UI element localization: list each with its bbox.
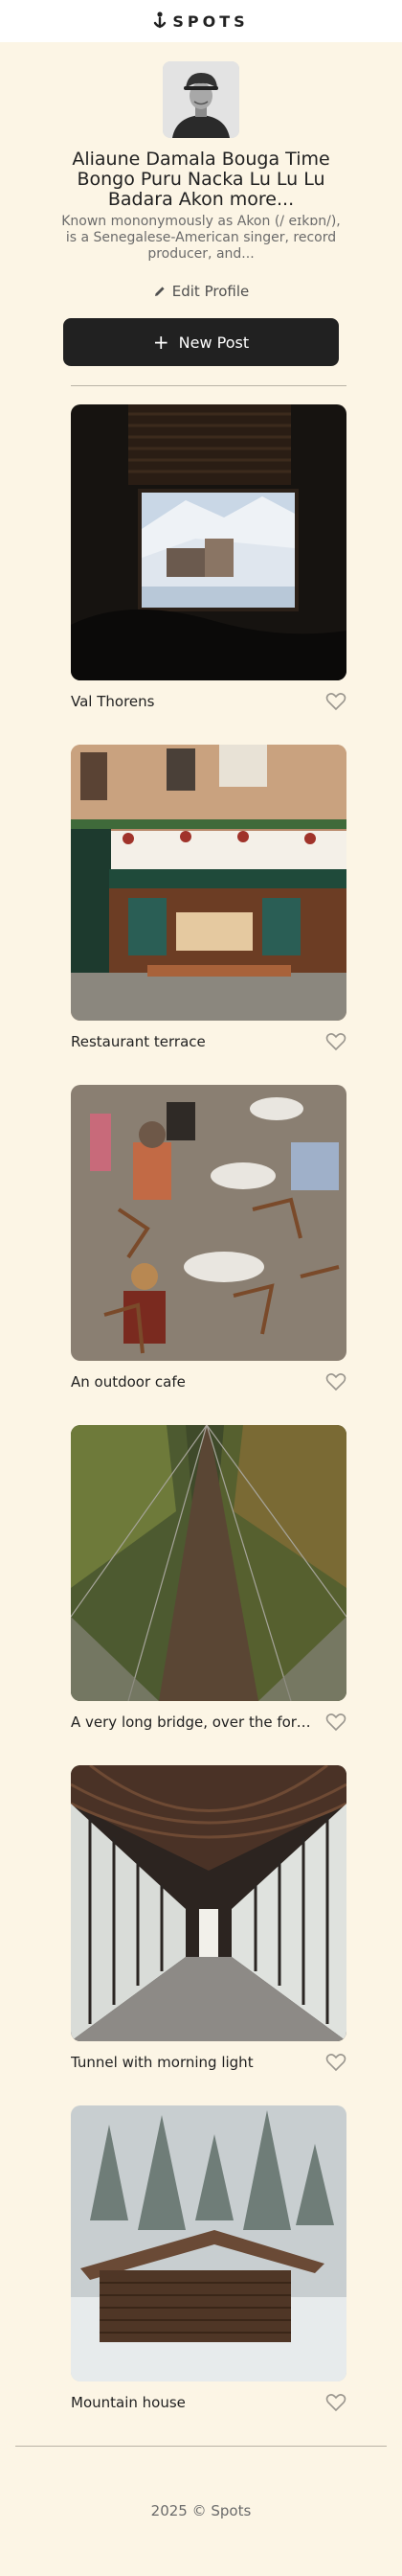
- pencil-icon: [154, 287, 165, 296]
- card-footer: Val Thorens: [71, 690, 346, 713]
- card-footer: Tunnel with morning light: [71, 2051, 346, 2074]
- logo-text[interactable]: SPOTS: [172, 12, 248, 31]
- divider: [71, 385, 346, 386]
- edit-profile-button[interactable]: Edit Profile: [147, 282, 255, 301]
- heart-icon[interactable]: [325, 692, 346, 711]
- site-footer: 2025 © Spots: [0, 2502, 402, 2519]
- card-image[interactable]: [71, 404, 346, 680]
- card-title: A very long bridge, over the forest and …: [71, 1714, 315, 1731]
- edit-profile-label: Edit Profile: [171, 283, 250, 300]
- card-footer: A very long bridge, over the forest and …: [71, 1711, 346, 1734]
- card-image[interactable]: [71, 1085, 346, 1361]
- card: Tunnel with morning light: [71, 1765, 346, 2105]
- card-image[interactable]: [71, 1425, 346, 1701]
- footer-text: 2025 © Spots: [150, 2502, 252, 2519]
- card: An outdoor cafe: [71, 1085, 346, 1425]
- heart-icon[interactable]: [325, 2393, 346, 2412]
- heart-icon[interactable]: [325, 1372, 346, 1392]
- card-title: Tunnel with morning light: [71, 2054, 254, 2071]
- new-post-label: New Post: [178, 333, 250, 352]
- card-image[interactable]: [71, 745, 346, 1021]
- card: Mountain house: [71, 2105, 346, 2446]
- plus-icon: +: [152, 331, 169, 354]
- profile-section: Aliaune Damala Bouga Time Bongo Puru Nac…: [0, 42, 402, 366]
- heart-icon[interactable]: [325, 1713, 346, 1732]
- heart-icon[interactable]: [325, 2053, 346, 2072]
- profile-name: Aliaune Damala Bouga Time Bongo Puru Nac…: [72, 149, 330, 210]
- site-header: SPOTS: [0, 0, 402, 42]
- card-list: Val Thorens Restaurant terrace An outdoo…: [71, 404, 346, 2446]
- card-image[interactable]: [71, 2105, 346, 2381]
- card-footer: An outdoor cafe: [71, 1370, 346, 1393]
- card-footer: Restaurant terrace: [71, 1030, 346, 1053]
- card-title: An outdoor cafe: [71, 1373, 186, 1391]
- card-title: Restaurant terrace: [71, 1033, 206, 1050]
- card: A very long bridge, over the forest and …: [71, 1425, 346, 1765]
- heart-icon[interactable]: [325, 1032, 346, 1051]
- card-title: Mountain house: [71, 2394, 186, 2411]
- card-footer: Mountain house: [71, 2391, 346, 2414]
- card: Restaurant terrace: [71, 745, 346, 1085]
- card-title: Val Thorens: [71, 693, 155, 710]
- card: Val Thorens: [71, 404, 346, 745]
- profile-bio: Known mononymously as Akon (/ eɪkɒn/), i…: [61, 214, 341, 262]
- divider: [15, 2446, 387, 2447]
- card-image[interactable]: [71, 1765, 346, 2041]
- avatar: [163, 61, 239, 138]
- spots-logo-icon: [154, 12, 167, 29]
- new-post-button[interactable]: + New Post: [63, 318, 339, 366]
